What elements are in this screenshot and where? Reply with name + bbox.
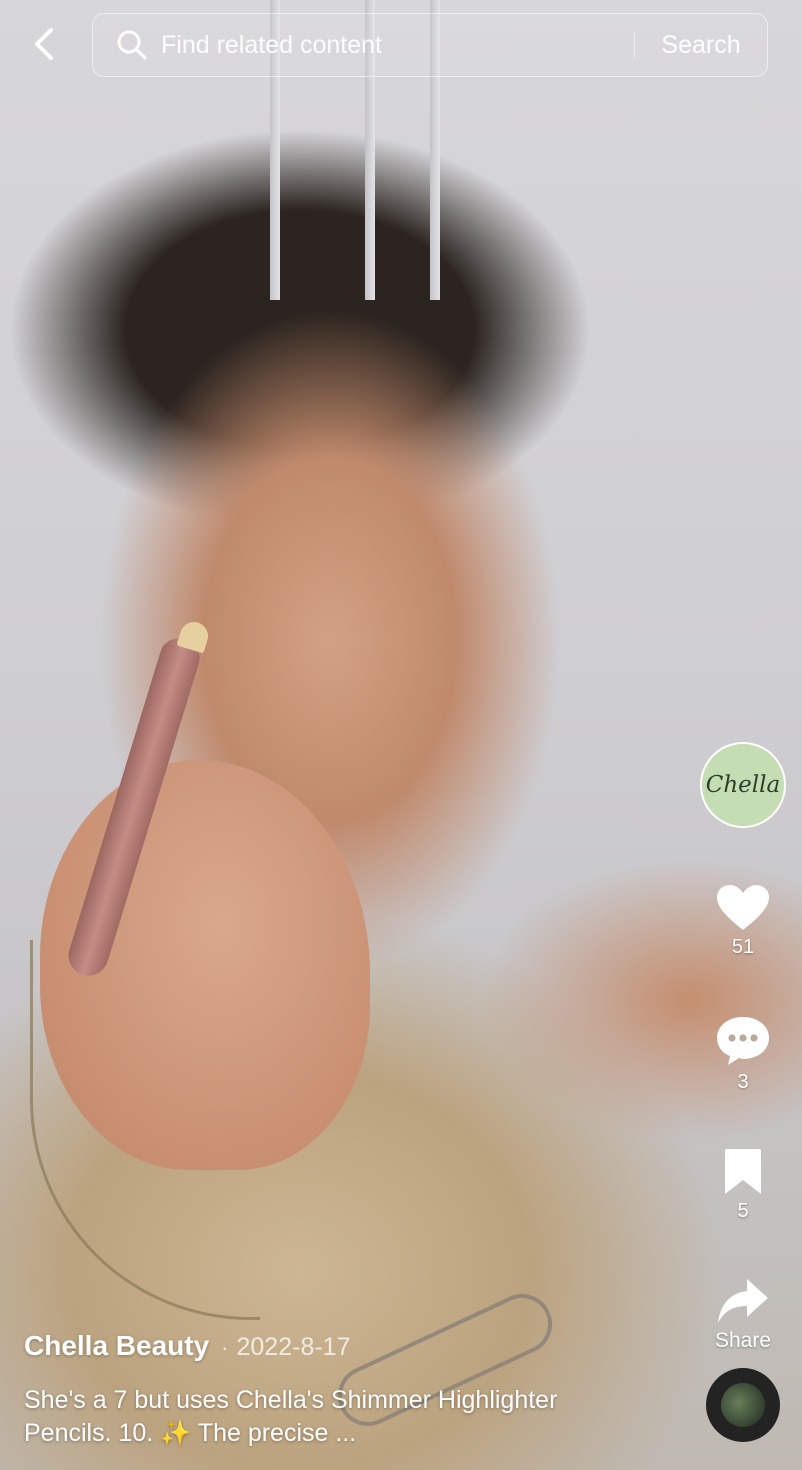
heart-icon (717, 885, 769, 930)
like-button[interactable]: 51 (700, 884, 786, 959)
video-frame-necklace (30, 940, 260, 1320)
creator-avatar[interactable]: Chella (700, 742, 786, 828)
comment-button[interactable]: 3 (700, 1015, 786, 1094)
author-date-separator: · (221, 1335, 229, 1360)
share-label: Share (714, 1329, 772, 1352)
post-caption: Chella Beauty · 2022-8-17 She's a 7 but … (24, 1330, 664, 1450)
post-description[interactable]: She's a 7 but uses Chella's Shimmer High… (24, 1384, 584, 1450)
comment-count: 3 (737, 1071, 749, 1093)
sound-avatar (721, 1383, 765, 1427)
back-button[interactable] (22, 22, 66, 66)
sound-disc[interactable] (706, 1368, 780, 1442)
creator-avatar-text: Chella (705, 772, 781, 798)
share-arrow-icon (718, 1279, 768, 1323)
search-input[interactable] (149, 14, 634, 76)
video-player[interactable]: Search Chella 51 3 5 (0, 0, 802, 1470)
author-name[interactable]: Chella Beauty (24, 1330, 209, 1362)
bookmark-icon (725, 1149, 761, 1194)
author-row: Chella Beauty · 2022-8-17 (24, 1330, 664, 1362)
like-count: 51 (731, 936, 755, 958)
action-column: Chella 51 3 5 Share (700, 742, 786, 1353)
share-button[interactable]: Share (700, 1277, 786, 1353)
save-button[interactable]: 5 (700, 1148, 786, 1223)
top-bar: Search (0, 0, 802, 96)
post-date: 2022-8-17 (236, 1333, 351, 1361)
save-count: 5 (737, 1200, 749, 1222)
comment-bubble-icon (717, 1017, 769, 1065)
search-icon (115, 28, 149, 62)
search-bar[interactable]: Search (92, 13, 768, 77)
chevron-left-icon (35, 28, 53, 60)
search-button[interactable]: Search (635, 14, 767, 76)
